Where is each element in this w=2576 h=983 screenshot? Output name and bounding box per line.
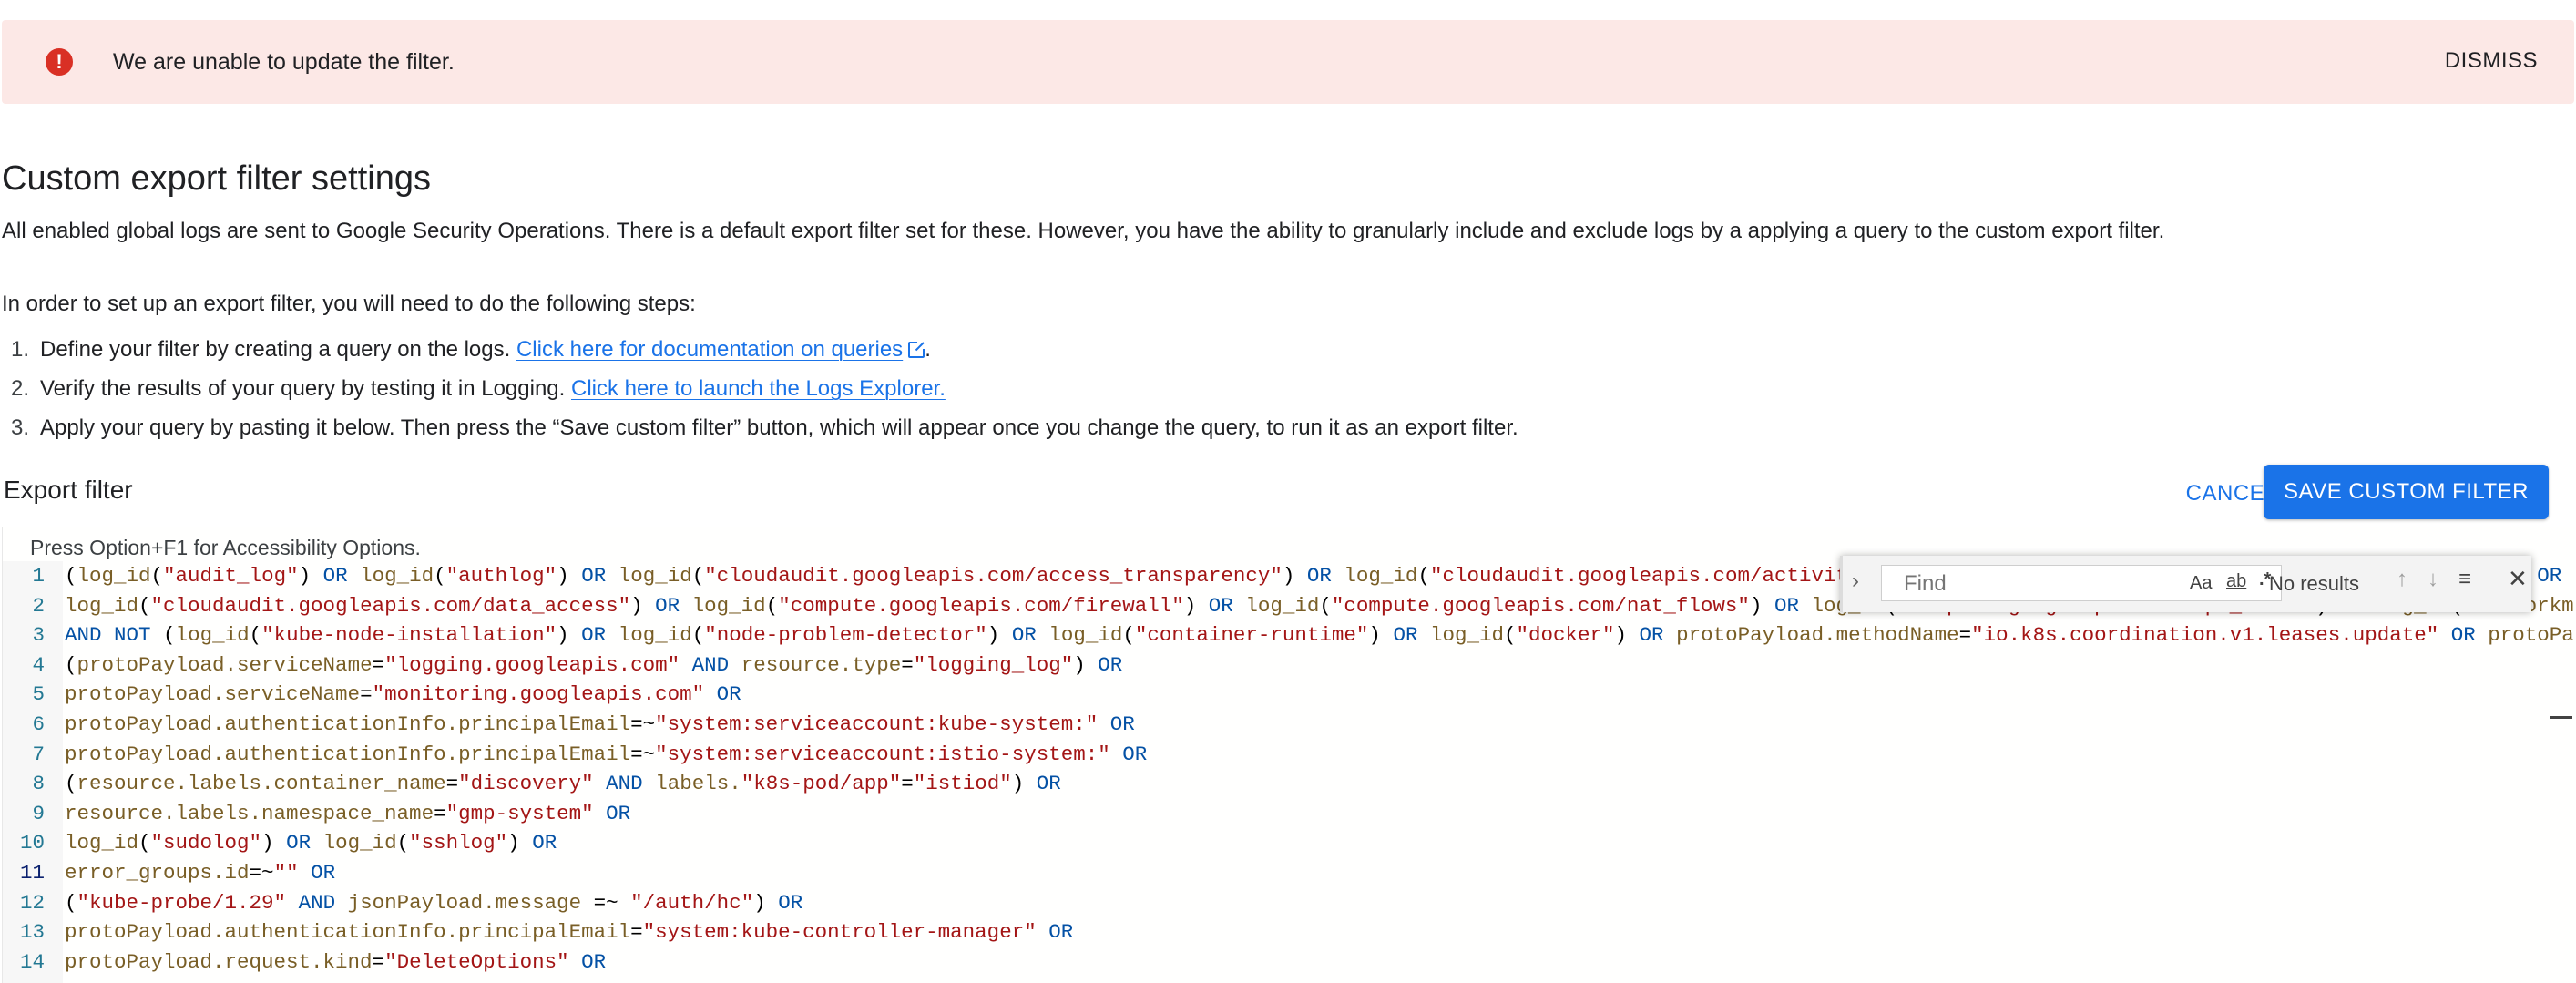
code-line[interactable]: 7 protoPayload.authenticationInfo.princip… — [3, 740, 2575, 770]
line-text: error_groups.id=~"" OR — [65, 860, 336, 885]
code-line[interactable]: 13 protoPayload.authenticationInfo.princi… — [3, 917, 2575, 947]
line-text: AND NOT (log_id("kube-node-installation"… — [65, 623, 2575, 648]
docs-link[interactable]: Click here for documentation on queries — [516, 337, 903, 362]
line-text: (protoPayload.serviceName="logging.googl… — [65, 652, 1123, 677]
line-text: log_id("sudolog") OR log_id("sshlog") OR — [65, 831, 557, 855]
line-number: 5 — [32, 682, 45, 707]
section-description: All enabled global logs are sent to Goog… — [2, 219, 2165, 243]
line-text: protoPayload.request.kind="DeleteOptions… — [65, 949, 607, 974]
step-item: 3. Apply your query by pasting it below. … — [11, 415, 1518, 440]
find-field: Aa ab .* — [1881, 565, 2282, 602]
code-line[interactable]: 3 AND NOT (log_id("kube-node-installation… — [3, 620, 2575, 650]
line-number: 12 — [19, 890, 45, 915]
find-status: No results — [2269, 572, 2360, 595]
line-number: 9 — [32, 801, 45, 825]
next-match-icon[interactable]: ↓ — [2428, 567, 2438, 592]
line-text: protoPayload.authenticationInfo.principa… — [65, 712, 1135, 736]
line-number: 2 — [32, 593, 45, 618]
find-in-selection-icon[interactable]: ≡ — [2458, 567, 2471, 592]
find-widget: › Aa ab .* No results ↑ ↓ ≡ ✕ — [1840, 556, 2531, 612]
steps-list: 1. Define your filter by creating a query… — [0, 335, 1518, 453]
match-case-icon[interactable]: Aa — [2190, 573, 2212, 594]
code-line[interactable]: 5 protoPayload.serviceName="monitoring.go… — [3, 680, 2575, 710]
line-number: 7 — [32, 742, 45, 766]
line-number: 13 — [19, 920, 45, 945]
line-text: protoPayload.authenticationInfo.principa… — [65, 920, 1074, 945]
whole-word-icon[interactable]: ab — [2226, 571, 2246, 592]
line-number: 1 — [32, 564, 45, 588]
code-line[interactable]: 12 ("kube-probe/1.29" AND jsonPayload.mes… — [3, 888, 2575, 918]
steps-intro: In order to set up an export filter, you… — [2, 292, 696, 316]
line-number: 11 — [19, 860, 45, 885]
line-text: resource.labels.namespace_name="gmp-syst… — [65, 801, 631, 825]
line-number: 6 — [32, 712, 45, 736]
error-message: We are unable to update the filter. — [113, 49, 455, 75]
line-number: 8 — [32, 772, 45, 796]
line-text: protoPayload.authenticationInfo.principa… — [65, 742, 1148, 766]
line-text: protoPayload.serviceName="monitoring.goo… — [65, 682, 741, 707]
error-banner: ! We are unable to update the filter. DI… — [2, 20, 2574, 104]
line-text: ("kube-probe/1.29" AND jsonPayload.messa… — [65, 890, 803, 915]
chevron-right-icon[interactable]: › — [1852, 568, 1859, 594]
scrollbar-marker — [2550, 716, 2572, 719]
step-item: 1. Define your filter by creating a query… — [11, 337, 931, 362]
code-line[interactable]: 4 (protoPayload.serviceName="logging.goog… — [3, 650, 2575, 681]
error-icon: ! — [46, 48, 73, 76]
code-line[interactable]: 6 protoPayload.authenticationInfo.princip… — [3, 710, 2575, 740]
line-number: 3 — [32, 623, 45, 648]
code-line[interactable]: 9 resource.labels.namespace_name="gmp-sys… — [3, 799, 2575, 829]
line-number: 10 — [19, 831, 45, 855]
open-in-new-icon — [908, 340, 927, 358]
accessibility-hint: Press Option+F1 for Accessibility Option… — [30, 536, 421, 559]
filter-title: Export filter — [4, 476, 133, 504]
code-line[interactable]: 11 error_groups.id=~"" OR — [3, 858, 2575, 888]
code-lines[interactable]: 1 (log_id("audit_log") OR log_id("authlog… — [3, 561, 2575, 977]
page-title: Custom export filter settings — [2, 159, 431, 198]
previous-match-icon[interactable]: ↑ — [2397, 567, 2407, 592]
logs-explorer-link[interactable]: Click here to launch the Logs Explorer. — [571, 376, 946, 401]
line-number: 14 — [19, 949, 45, 974]
find-input[interactable] — [1882, 566, 2142, 602]
dismiss-button[interactable]: DISMISS — [2445, 46, 2538, 77]
line-number: 4 — [32, 652, 45, 677]
step-item: 2. Verify the results of your query by te… — [11, 376, 946, 401]
code-line[interactable]: 14 protoPayload.request.kind="DeleteOptio… — [3, 947, 2575, 978]
save-custom-filter-button[interactable]: SAVE CUSTOM FILTER — [2263, 465, 2549, 519]
code-line[interactable]: 10 log_id("sudolog") OR log_id("sshlog") … — [3, 828, 2575, 858]
filter-header: Export filter CANCEL SAVE CUSTOM FILTER — [2, 463, 2574, 527]
close-icon[interactable]: ✕ — [2508, 565, 2528, 593]
code-line[interactable]: 8 (resource.labels.container_name="discov… — [3, 769, 2575, 799]
line-text: (resource.labels.container_name="discove… — [65, 772, 1061, 796]
